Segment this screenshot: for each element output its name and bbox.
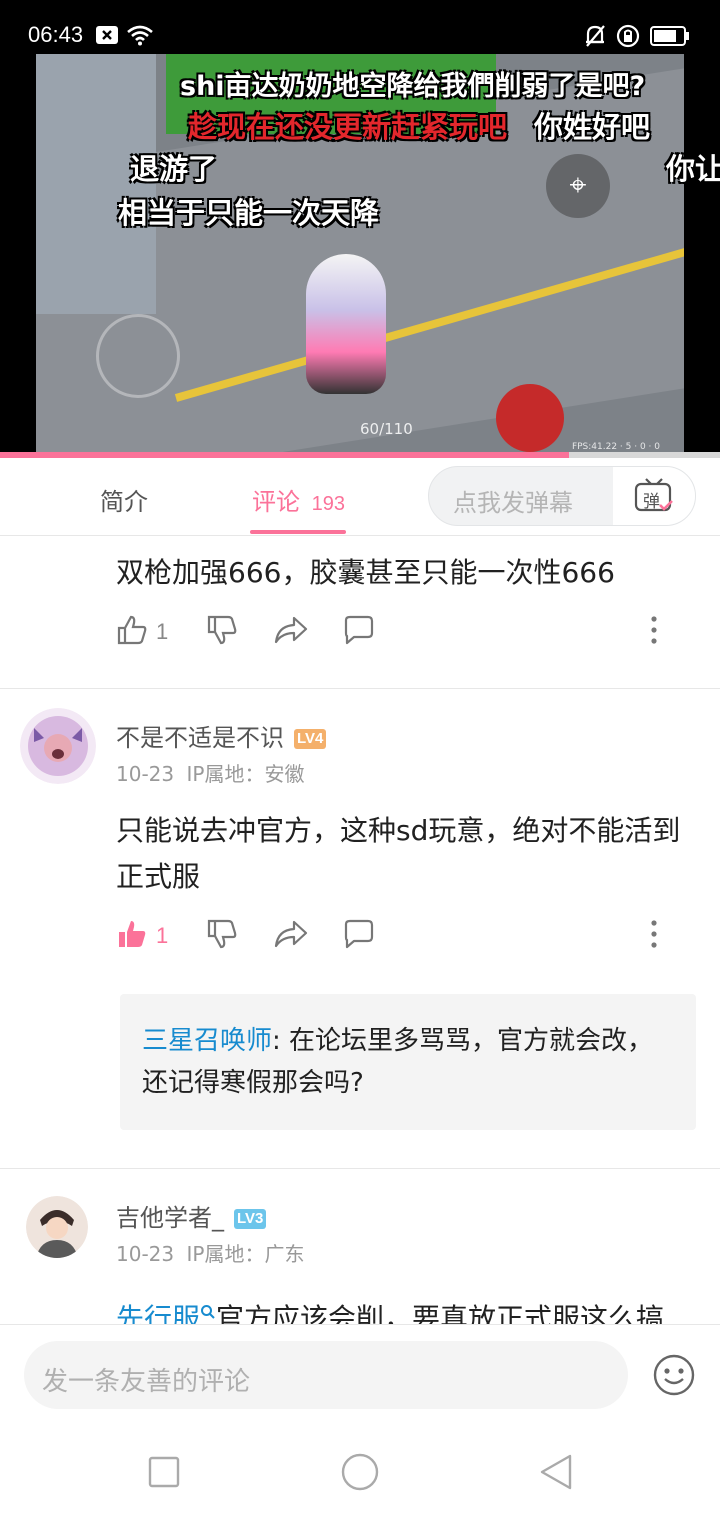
like-count: 1: [156, 923, 169, 948]
danmaku-tv-icon: 弹: [634, 477, 674, 515]
comment-input-bar: 发一条友善的评论: [0, 1324, 720, 1428]
reply-username[interactable]: 三星召唤师: [142, 1026, 272, 1056]
tab-comments[interactable]: 评论 193: [252, 482, 345, 517]
tab-active-indicator: [250, 530, 346, 534]
share-icon: [274, 614, 308, 650]
comment-text: 只能说去冲官方，这种sd玩意，绝对不能活到正式服: [116, 814, 681, 893]
danmaku-toggle-button[interactable]: 弹: [613, 467, 695, 525]
reply-button[interactable]: [342, 916, 376, 956]
game-joystick: [96, 314, 180, 398]
comment-location: IP属地：安徽: [186, 762, 305, 786]
back-button[interactable]: [536, 1452, 576, 1492]
comment-location: IP属地：广东: [186, 1242, 305, 1266]
status-time: 06:43: [28, 22, 84, 47]
more-button[interactable]: [648, 916, 660, 956]
circle-icon: [338, 1453, 382, 1498]
username-text: 吉他学者_: [116, 1204, 224, 1232]
home-button[interactable]: [338, 1450, 382, 1494]
avatar[interactable]: [26, 1196, 88, 1258]
comment-text: 先行服 官方应该会削，要真放正式服这么搞: [116, 1288, 716, 1324]
share-button[interactable]: [274, 916, 308, 956]
status-right-icons: [584, 24, 690, 52]
comment-bubble-icon: [342, 918, 376, 954]
comment-bubble-icon: [342, 614, 376, 650]
username-text: 不是不适是不识: [116, 724, 284, 752]
danmaku-comment: 相当于只能一次天降: [118, 196, 380, 230]
game-fire-button: [496, 384, 564, 452]
danmaku-comment: 你让: [666, 152, 720, 186]
thumbs-up-icon: [116, 614, 148, 650]
danmaku-toggle-label: 弹: [643, 492, 660, 512]
comment-date: 10-23: [116, 762, 175, 786]
thumbs-down-icon: [206, 614, 238, 650]
search-link-icon[interactable]: [200, 1288, 216, 1324]
bell-off-icon: [584, 24, 606, 52]
game-fps: FPS:41.22 · 5 · 0 · 0: [571, 442, 660, 452]
comment-input[interactable]: 发一条友善的评论: [24, 1341, 628, 1409]
battery-icon: [650, 26, 690, 50]
lock-rotation-icon: [616, 24, 640, 52]
system-nav-bar: [0, 1428, 720, 1520]
reply-preview[interactable]: 三星召唤师: 在论坛里多骂骂，官方就会改，还记得寒假那会吗?: [120, 994, 696, 1130]
recent-apps-button[interactable]: [144, 1452, 184, 1492]
more-vertical-icon: [648, 918, 660, 954]
avatar[interactable]: [20, 708, 96, 784]
comment-actions: 1: [116, 916, 676, 956]
status-left-icons: [96, 24, 154, 50]
game-character: [306, 254, 386, 394]
tab-intro[interactable]: 简介: [100, 482, 148, 517]
video-player[interactable]: ⌖ 60/110 FPS:41.22 · 5 · 0 · 0 shi亩达奶奶地空…: [0, 54, 720, 458]
like-count: 1: [156, 619, 169, 644]
comment-date: 10-23: [116, 1242, 175, 1266]
danmaku-comment: shi亩达奶奶地空降给我們削弱了是吧?: [180, 71, 646, 102]
reply-button[interactable]: [342, 612, 376, 652]
thumbs-down-icon: [206, 918, 238, 954]
emoji-button[interactable]: [652, 1353, 696, 1397]
square-icon: [144, 1456, 184, 1496]
danmaku-comment: 你姓好吧: [534, 110, 651, 144]
notification-x-icon: [96, 26, 118, 48]
comment-input-placeholder: 发一条友善的评论: [42, 1367, 251, 1397]
send-danmaku-placeholder: 点我发弹幕: [453, 489, 573, 517]
more-button[interactable]: [648, 612, 660, 652]
level-badge: LV4: [294, 729, 327, 749]
game-ammo: 60/110: [360, 420, 413, 438]
tab-comments-label: 评论: [252, 488, 300, 516]
danmaku-comment: 退游了: [130, 152, 218, 186]
more-vertical-icon: [648, 614, 660, 650]
like-button[interactable]: 1: [116, 916, 168, 956]
comment-divider: [0, 1168, 720, 1169]
comment-meta: 10-23 IP属地：安徽: [116, 758, 304, 787]
comment-body: 官方应该会削，要真放正式服这么搞: [216, 1302, 665, 1324]
level-badge: LV3: [234, 1209, 267, 1229]
share-icon: [274, 918, 308, 954]
dislike-button[interactable]: [206, 612, 238, 652]
comment-meta: 10-23 IP属地：广东: [116, 1238, 304, 1267]
search-link[interactable]: 先行服: [116, 1302, 200, 1324]
triangle-back-icon: [536, 1454, 576, 1496]
tab-bar: 简介 评论 193 点我发弹幕 弹: [0, 458, 720, 536]
wifi-icon: [126, 24, 154, 50]
comment-actions: 1: [116, 612, 676, 652]
comment-divider: [0, 688, 720, 689]
comment-username[interactable]: 吉他学者_ LV3: [116, 1198, 267, 1233]
crosshair-icon: ⌖: [546, 154, 610, 218]
comment-text: 双枪加强666，胶囊甚至只能一次性666: [116, 556, 615, 589]
send-danmaku-box[interactable]: 点我发弹幕 弹: [428, 466, 696, 526]
dislike-button[interactable]: [206, 916, 238, 956]
comment-list: 双枪加强666，胶囊甚至只能一次性666 1 不是不适是不识 LV4 10-23 …: [0, 536, 720, 1324]
emoji-icon: [652, 1354, 696, 1401]
share-button[interactable]: [274, 612, 308, 652]
thumbs-up-filled-icon: [116, 918, 148, 954]
danmaku-comment: 趁现在还没更新赶紧玩吧: [188, 110, 508, 144]
tab-comments-count: 193: [311, 493, 346, 515]
like-button[interactable]: 1: [116, 612, 168, 652]
comment-username[interactable]: 不是不适是不识 LV4: [116, 718, 327, 753]
status-bar: 06:43: [0, 0, 720, 54]
